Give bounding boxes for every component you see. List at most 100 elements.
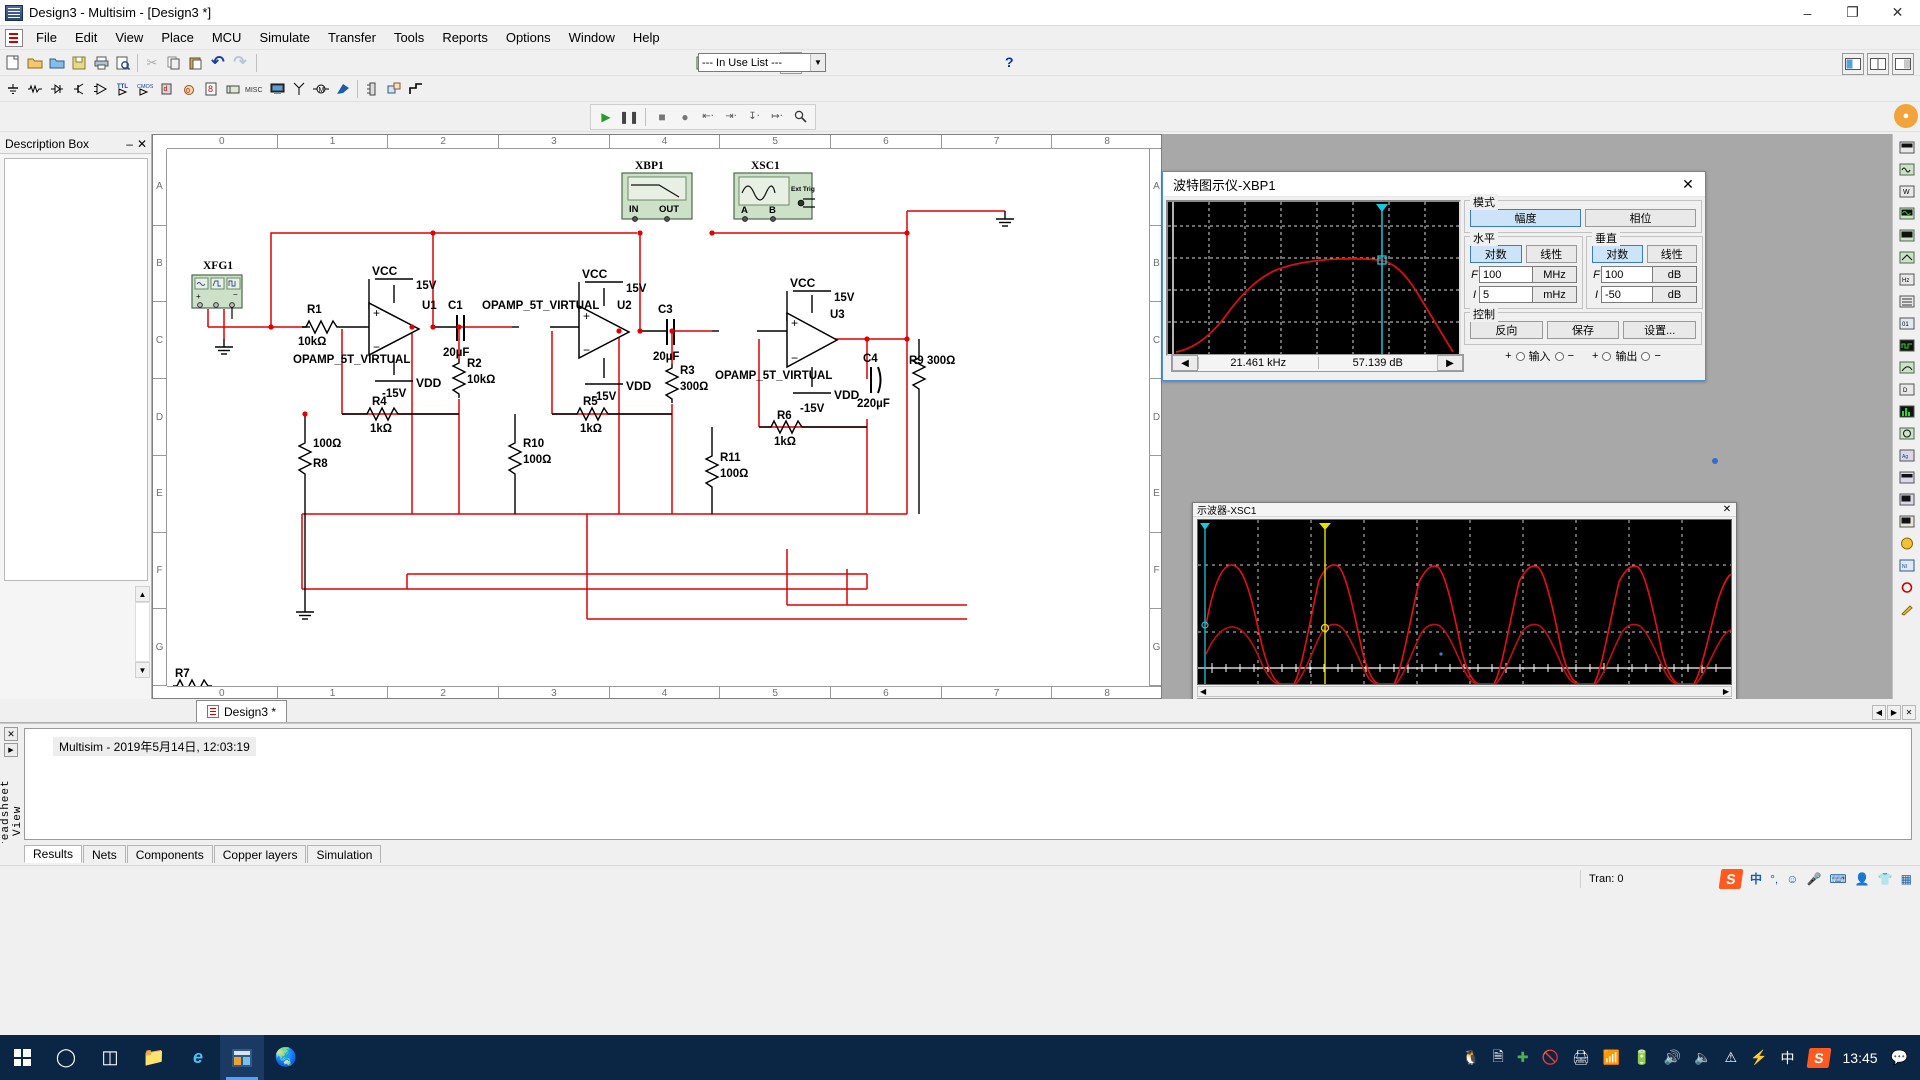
circuit-drawing[interactable]: + − XFG1 R1 10kΩ + − VCC 15V U1 VDD -15V… [167,149,1149,686]
new-icon[interactable] [2,52,24,74]
word-generator-icon[interactable] [1896,291,1918,311]
power-components-icon[interactable] [222,78,244,100]
other-app-icon[interactable]: 🌏 [264,1035,308,1080]
agilent-function-generator-icon[interactable]: Ag [1896,445,1918,465]
help-button[interactable]: ? [1005,54,1014,70]
tab-components[interactable]: Components [126,845,213,863]
electromechanical-icon[interactable]: M [310,78,332,100]
hierarchical-block-icon[interactable] [383,78,405,100]
bode-horizontal-f-input[interactable]: 100 [1479,266,1533,283]
bode-cursor-next-button[interactable]: ▶ [1437,355,1463,371]
scroll-right-icon[interactable]: ▶ [1723,687,1729,696]
window-layout-3-icon[interactable] [1892,53,1914,75]
print-preview-icon[interactable] [112,52,134,74]
bode-save-button[interactable]: 保存 [1546,321,1620,339]
record-icon[interactable]: ● [675,107,695,127]
advanced-peripherals-icon[interactable] [266,78,288,100]
bode-horizontal-i-unit[interactable]: mHz [1533,286,1577,303]
sogou-ime-icon[interactable]: S [1718,868,1744,889]
menu-item-options[interactable]: Options [497,27,560,48]
bode-horizontal-f-unit[interactable]: MHz [1533,266,1577,283]
wattmeter-icon[interactable]: W [1896,181,1918,201]
ime-user-icon[interactable]: 👤 [1855,872,1870,886]
tab-copper-layers[interactable]: Copper layers [213,845,307,863]
start-button[interactable] [0,1035,44,1080]
ime-toolbox-icon[interactable]: ▦ [1901,872,1912,886]
copy-icon[interactable] [163,52,185,74]
step-out-icon[interactable]: ↦‧ [767,107,787,127]
mute-icon[interactable]: 🔈 [1694,1049,1711,1066]
bode-plotter-close-icon[interactable]: ✕ [1671,172,1705,196]
oscilloscope-display[interactable] [1197,519,1732,685]
cmos-icon[interactable]: CMOS [134,78,156,100]
scroll-left-icon[interactable]: ◀ [1200,687,1206,696]
notes-app-icon[interactable]: 🗎 [1493,1046,1504,1070]
transistor-icon[interactable] [68,78,90,100]
iv-analyzer-icon[interactable] [1896,357,1918,377]
design-tab[interactable]: Design3 * [196,700,288,722]
bode-out-minus-radio[interactable] [1641,351,1651,361]
tab-close-icon[interactable]: ✕ [1902,705,1916,720]
printer-status-icon[interactable]: 🖨 [1572,1049,1590,1066]
probe-icon[interactable] [790,107,810,127]
network-analyzer-icon[interactable] [1896,423,1918,443]
schematic-canvas[interactable]: 0 1 2 3 4 5 6 7 8 0 1 2 3 4 5 6 7 8 A B … [152,134,1162,699]
oscilloscope-hscrollbar[interactable]: ◀ ▶ [1197,686,1732,697]
paste-icon[interactable] [185,52,207,74]
tab-results[interactable]: Results [24,845,83,863]
window-layout-2-icon[interactable] [1867,53,1889,75]
update-icon[interactable]: ✚ [1517,1049,1529,1066]
tab-scroll-right-icon[interactable]: ▶ [1887,705,1901,720]
volume-icon[interactable]: 🔊 [1664,1049,1681,1066]
stop-icon[interactable]: ■ [652,107,672,127]
multimeter-icon[interactable] [1896,137,1918,157]
bode-horizontal-log-button[interactable]: 对数 [1470,245,1522,263]
file-explorer-icon[interactable]: 📁 [132,1035,176,1080]
four-channel-oscilloscope-icon[interactable] [1896,225,1918,245]
labview-instruments-icon[interactable] [1896,533,1918,553]
step-into-icon[interactable]: ↧‧ [744,107,764,127]
bode-in-minus-radio[interactable] [1554,351,1564,361]
bode-mode-phase-button[interactable]: 相位 [1585,209,1696,227]
block-icon[interactable]: 🚫 [1542,1049,1559,1066]
undo-icon[interactable]: ↶ [207,52,229,74]
connector-icon[interactable] [361,78,383,100]
save-icon[interactable] [68,52,90,74]
logic-analyzer-icon[interactable] [1896,335,1918,355]
distortion-analyzer-icon[interactable]: D [1896,379,1918,399]
spectrum-analyzer-icon[interactable] [1896,401,1918,421]
menu-item-mcu[interactable]: MCU [203,27,251,48]
bode-vertical-i-unit[interactable]: dB [1653,286,1697,303]
bode-out-plus-radio[interactable] [1602,351,1612,361]
tektronix-oscilloscope-icon[interactable] [1896,511,1918,531]
menu-item-window[interactable]: Window [560,27,624,48]
spreadsheet-pin-icon[interactable]: ▶ [4,743,18,757]
security-warning-icon[interactable]: ⚠ [1725,1049,1738,1066]
oscilloscope-icon[interactable] [1896,203,1918,223]
multisim-taskbar-icon[interactable] [220,1035,264,1080]
ime-language-icon[interactable]: 中 [1750,870,1762,887]
menu-item-reports[interactable]: Reports [433,27,497,48]
analog-ic-icon[interactable] [90,78,112,100]
source-icon[interactable] [2,78,24,100]
function-generator-icon[interactable] [1896,159,1918,179]
bode-reverse-button[interactable]: 反向 [1470,321,1543,339]
description-box-close-icon[interactable]: ✕ [137,137,147,151]
bluetooth-icon[interactable]: ⚡ [1750,1049,1767,1066]
ni-elvis-icon[interactable]: NI [1896,555,1918,575]
bode-plot-display[interactable] [1166,200,1461,356]
print-icon[interactable] [90,52,112,74]
edge-browser-icon[interactable]: e [176,1035,220,1080]
chevron-down-icon[interactable]: ▼ [810,54,825,71]
battery-icon[interactable]: 🔋 [1633,1049,1650,1066]
menu-item-tools[interactable]: Tools [385,27,433,48]
ime-emoji-icon[interactable]: ☺ [1786,872,1798,886]
rf-components-icon[interactable] [288,78,310,100]
oscilloscope-close-icon[interactable]: ✕ [1718,503,1736,516]
bode-vertical-f-input[interactable]: 100 [1601,266,1653,283]
menu-item-file[interactable]: File [27,27,66,48]
menu-item-view[interactable]: View [106,27,152,48]
ime-punctuation-icon[interactable]: °, [1770,872,1778,886]
ime-skin-icon[interactable]: 👕 [1878,872,1893,886]
bode-vertical-f-unit[interactable]: dB [1653,266,1697,283]
